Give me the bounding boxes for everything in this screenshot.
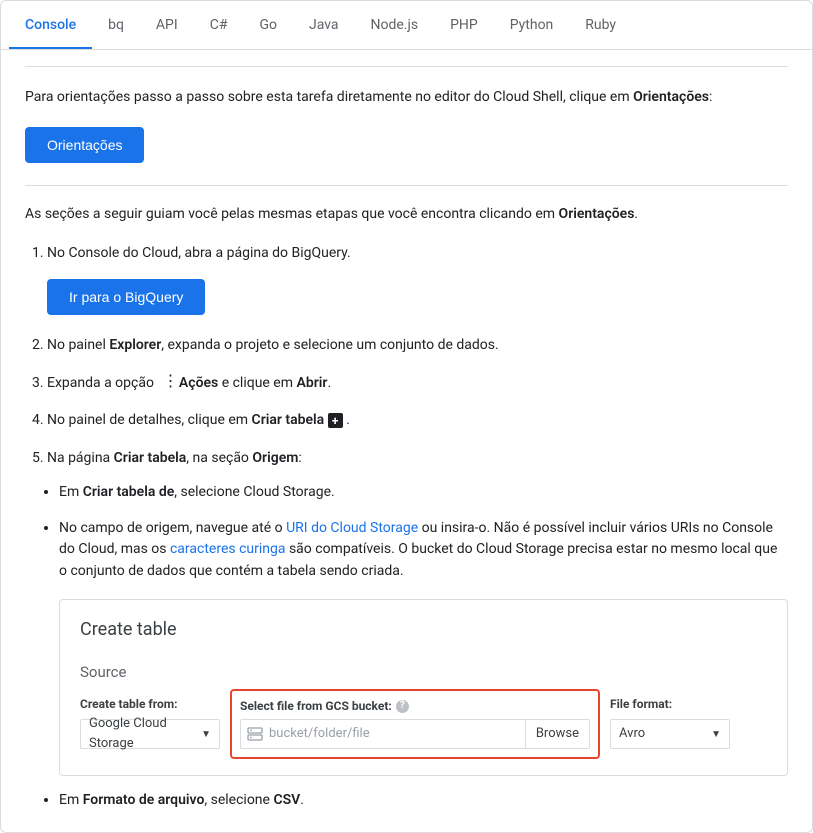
select-file-label-text: Select file from GCS bucket: [240, 697, 392, 716]
form-title: Create table [80, 616, 767, 644]
step-1: No Console do Cloud, abra a página do Bi… [47, 243, 788, 319]
intro-text: Para orientações passo a passo sobre est… [25, 89, 633, 105]
step-4-bold: Criar tabela [252, 412, 325, 428]
sub-bullets: Em Criar tabela de, selecione Cloud Stor… [59, 482, 788, 812]
step-4-pre: No painel de detalhes, clique em [47, 412, 252, 428]
tab-csharp[interactable]: C# [194, 1, 244, 49]
b3-pre: Em [59, 792, 83, 808]
tab-api[interactable]: API [140, 1, 194, 49]
form-source-subtitle: Source [80, 661, 767, 684]
step-5: Na página Criar tabela, na seção Origem:… [47, 448, 788, 812]
step-2-pre: No painel [47, 337, 109, 353]
tab-ruby[interactable]: Ruby [569, 1, 632, 49]
step-1-text: No Console do Cloud, abra a página do Bi… [47, 245, 351, 261]
period: . [300, 792, 304, 808]
tab-python[interactable]: Python [494, 1, 570, 49]
tab-nodejs[interactable]: Node.js [355, 1, 435, 49]
orientacoes-button[interactable]: Orientações [25, 127, 144, 163]
bullet-2: No campo de origem, navegue até o URI do… [59, 518, 788, 777]
step-5-bold1: Criar tabela [114, 450, 187, 466]
intro-bold: Orientações [633, 89, 709, 105]
tab-console[interactable]: Console [9, 1, 92, 49]
period: . [346, 412, 350, 428]
b1-post: , selecione Cloud Storage. [174, 484, 334, 500]
select-file-highlight: Select file from GCS bucket: ? [230, 689, 600, 760]
sections-text: As seções a seguir guiam você pelas mesm… [25, 206, 559, 222]
b1-pre: Em [59, 484, 83, 500]
step-5-mid: , na seção [186, 450, 252, 466]
select-file-label: Select file from GCS bucket: ? [240, 697, 590, 716]
b3-bold: Formato de arquivo [83, 792, 205, 808]
colon: : [709, 89, 712, 105]
bucket-icon [247, 727, 263, 741]
step-3-mid: e clique em [218, 375, 296, 391]
add-box-icon: + [328, 413, 343, 428]
tab-php[interactable]: PHP [434, 1, 494, 49]
browse-button[interactable]: Browse [525, 720, 589, 748]
file-format-select[interactable]: Avro ▼ [610, 719, 730, 749]
tab-bq[interactable]: bq [92, 1, 140, 49]
step-2-post: , expanda o projeto e selecione um conju… [161, 337, 498, 353]
go-to-bigquery-button[interactable]: Ir para o BigQuery [47, 279, 205, 315]
create-table-form: Create table Source Create table from: G… [59, 599, 788, 777]
step-2-bold: Explorer [109, 337, 161, 353]
step-3-bold1: Ações [179, 375, 218, 391]
sections-paragraph: As seções a seguir guiam você pelas mesm… [25, 204, 788, 226]
chevron-down-icon: ▼ [711, 727, 721, 743]
colon: : [298, 450, 301, 466]
create-from-select[interactable]: Google Cloud Storage ▼ [80, 719, 220, 749]
b3-bold2: CSV [273, 792, 300, 808]
steps-list: No Console do Cloud, abra a página do Bi… [47, 243, 788, 812]
bullet-3: Em Formato de arquivo, selecione CSV. [59, 790, 788, 812]
b1-bold: Criar tabela de [83, 484, 175, 500]
intro-paragraph: Para orientações passo a passo sobre est… [25, 87, 788, 109]
file-input[interactable]: bucket/folder/file Browse [240, 719, 590, 749]
bullet-1: Em Criar tabela de, selecione Cloud Stor… [59, 482, 788, 504]
step-5-pre: Na página [47, 450, 114, 466]
divider [25, 66, 788, 67]
period: . [327, 375, 331, 391]
file-input-placeholder: bucket/folder/file [269, 724, 525, 744]
b3-post: , selecione [204, 792, 273, 808]
create-from-label: Create table from: [80, 695, 220, 714]
divider [25, 185, 788, 186]
create-from-value: Google Cloud Storage [89, 714, 195, 754]
step-5-bold2: Origem [252, 450, 298, 466]
step-4: No painel de detalhes, clique em Criar t… [47, 410, 788, 432]
uri-cloud-storage-link[interactable]: URI do Cloud Storage [286, 520, 418, 536]
period: . [634, 206, 638, 222]
file-format-label: File format: [610, 695, 714, 714]
step-2: No painel Explorer, expanda o projeto e … [47, 335, 788, 357]
tab-java[interactable]: Java [293, 1, 355, 49]
step-3-pre: Expanda a opção [47, 375, 157, 391]
step-3-bold2: Abrir [297, 375, 328, 391]
b2-pre: No campo de origem, navegue até o [59, 520, 286, 536]
more-vert-icon [159, 376, 173, 390]
chevron-down-icon: ▼ [201, 727, 211, 743]
help-icon: ? [396, 700, 409, 713]
step-3: Expanda a opção Ações e clique em Abrir. [47, 373, 788, 395]
tabs-bar: Console bq API C# Go Java Node.js PHP Py… [1, 1, 812, 50]
wildcard-chars-link[interactable]: caracteres curinga [170, 541, 286, 557]
sections-bold: Orientações [559, 206, 635, 222]
file-format-value: Avro [619, 724, 645, 744]
tab-go[interactable]: Go [243, 1, 293, 49]
